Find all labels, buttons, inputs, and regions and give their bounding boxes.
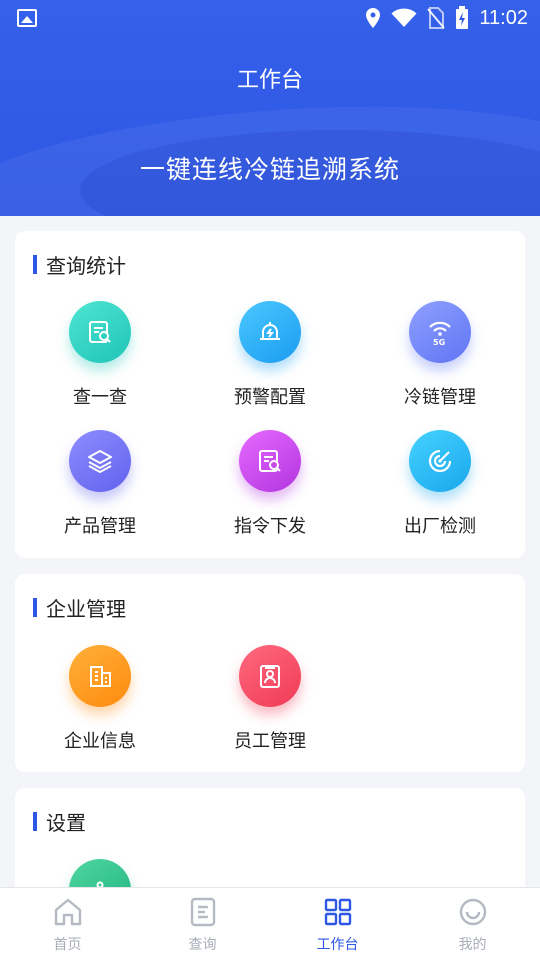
menu-item-label: 冷链管理 bbox=[404, 387, 476, 407]
bottom-tab-bar: 首页 查询 工作台 我的 bbox=[0, 887, 540, 960]
menu-item-label: 出厂检测 bbox=[404, 516, 476, 536]
building-icon bbox=[69, 645, 131, 707]
menu-item-label: 产品管理 bbox=[64, 516, 136, 536]
image-notification-icon bbox=[17, 9, 37, 27]
tab-label: 我的 bbox=[458, 936, 487, 952]
tab-label: 工作台 bbox=[316, 936, 359, 952]
wifi-5g-icon: 5G bbox=[409, 301, 471, 363]
tab-workbench[interactable]: 工作台 bbox=[270, 888, 405, 960]
tab-query[interactable]: 查询 bbox=[135, 888, 270, 960]
no-sim-icon bbox=[427, 7, 446, 29]
header-banner: 11:02 工作台 一键连线冷链追溯系统 bbox=[0, 0, 540, 216]
tab-label: 首页 bbox=[53, 936, 82, 952]
menu-item-check[interactable]: 查一查 bbox=[15, 301, 185, 409]
menu-item-products[interactable]: 产品管理 bbox=[15, 430, 185, 538]
layers-icon bbox=[69, 430, 131, 492]
menu-item-alert-config[interactable]: 预警配置 bbox=[185, 301, 355, 409]
section-accent-bar bbox=[33, 254, 37, 274]
home-icon bbox=[54, 898, 81, 926]
command-doc-icon bbox=[239, 430, 301, 492]
battery-charging-icon bbox=[456, 6, 469, 29]
grid-icon bbox=[324, 898, 351, 926]
tab-mine[interactable]: 我的 bbox=[405, 888, 540, 960]
tab-home[interactable]: 首页 bbox=[0, 888, 135, 960]
section-enterprise: 企业管理 企业信息 员工管理 bbox=[15, 574, 525, 772]
section-title: 企业管理 bbox=[46, 598, 126, 621]
wifi-icon bbox=[391, 8, 417, 27]
section-title: 设置 bbox=[46, 812, 86, 835]
radar-icon bbox=[409, 430, 471, 492]
menu-item-company-info[interactable]: 企业信息 bbox=[15, 645, 185, 753]
section-query-stats: 查询统计 查一查 预警配置 5G 冷链管理 产品管理 指令下发 出厂检测 bbox=[15, 231, 525, 558]
location-icon bbox=[366, 8, 381, 28]
page-title: 工作台 bbox=[236, 67, 303, 92]
menu-item-label: 预警配置 bbox=[234, 387, 306, 407]
status-bar: 11:02 bbox=[0, 0, 540, 38]
tab-label: 查询 bbox=[188, 936, 217, 952]
smile-icon bbox=[459, 898, 486, 926]
page-subtitle: 一键连线冷链追溯系统 bbox=[139, 156, 400, 184]
employee-card-icon bbox=[239, 645, 301, 707]
menu-item-label: 指令下发 bbox=[234, 516, 306, 536]
menu-item-commands[interactable]: 指令下发 bbox=[185, 430, 355, 538]
menu-item-label: 企业信息 bbox=[64, 731, 136, 751]
bell-alert-icon bbox=[239, 301, 301, 363]
menu-item-cold-chain[interactable]: 5G 冷链管理 bbox=[355, 301, 525, 409]
section-title: 查询统计 bbox=[46, 255, 126, 278]
menu-item-label: 员工管理 bbox=[234, 731, 306, 751]
section-accent-bar bbox=[33, 597, 37, 617]
menu-item-factory-test[interactable]: 出厂检测 bbox=[355, 430, 525, 538]
status-time: 11:02 bbox=[479, 6, 528, 29]
search-doc-icon bbox=[69, 301, 131, 363]
svg-text:5G: 5G bbox=[433, 338, 445, 346]
menu-item-employees[interactable]: 员工管理 bbox=[185, 645, 355, 753]
menu-item-label: 查一查 bbox=[73, 387, 127, 407]
query-icon bbox=[190, 897, 215, 927]
section-accent-bar bbox=[33, 811, 37, 831]
